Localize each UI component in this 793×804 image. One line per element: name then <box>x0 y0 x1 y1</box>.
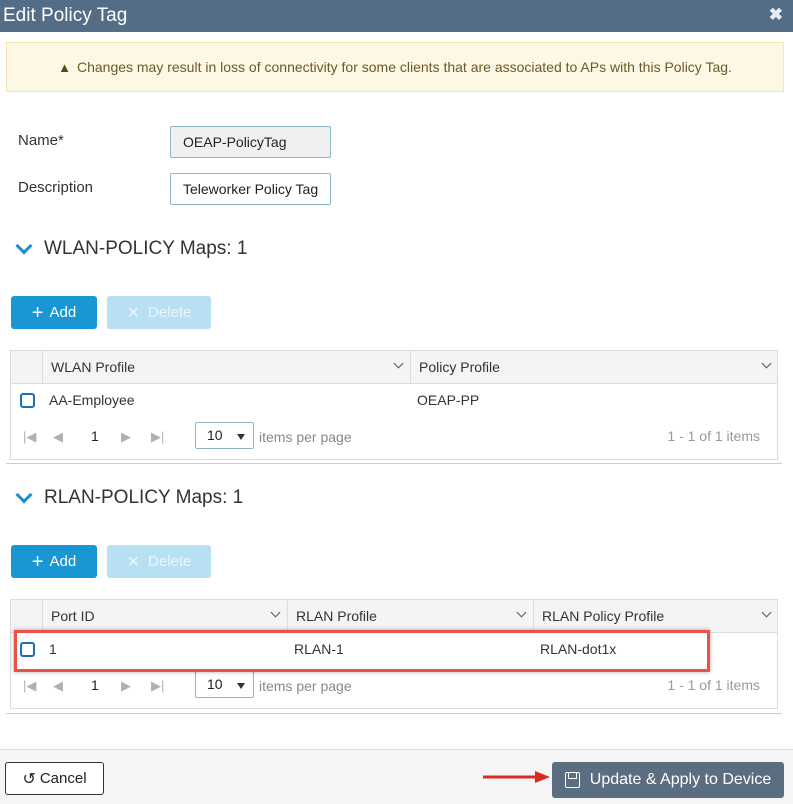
wlan-profile-cell: AA-Employee <box>49 392 135 408</box>
rlan-grid-header: Port ID RLAN Profile RLAN Policy Profile <box>11 600 777 633</box>
dialog-titlebar: Edit Policy Tag ✖ <box>0 0 793 32</box>
rlan-policy-profile-cell: RLAN-dot1x <box>540 641 617 657</box>
items-count: 1 - 1 of 1 items <box>667 677 760 693</box>
caret-down-icon <box>237 434 245 440</box>
table-row[interactable]: AA-Employee OEAP-PP <box>11 384 777 417</box>
wlan-grid-header: WLAN Profile Policy Profile <box>11 351 777 384</box>
chevron-down-icon[interactable] <box>516 607 527 618</box>
page-number: 1 <box>91 677 99 693</box>
items-per-page-label: items per page <box>259 678 352 694</box>
items-count: 1 - 1 of 1 items <box>667 428 760 444</box>
rlan-add-label: Add <box>49 553 77 570</box>
wlan-grid: WLAN Profile Policy Profile AA-Employee … <box>10 350 778 460</box>
last-page-icon[interactable]: ▶| <box>151 678 164 694</box>
dialog-footer: ↺ Cancel Update & Apply to Device <box>0 749 793 804</box>
first-page-icon[interactable]: |◀ <box>23 429 36 445</box>
close-icon[interactable]: ✖ <box>769 5 783 25</box>
description-field[interactable] <box>170 173 331 205</box>
cancel-label: Cancel <box>39 770 87 787</box>
arrow-annotation-icon <box>483 771 550 783</box>
last-page-icon[interactable]: ▶| <box>151 429 164 445</box>
name-label: Name* <box>18 132 64 149</box>
rlan-pager: |◀ ◀ 1 ▶ ▶| 10 items per page 1 - 1 of 1… <box>11 666 777 708</box>
page-number: 1 <box>91 428 99 444</box>
delete-x-icon: ✕ <box>126 304 141 322</box>
wlan-delete-button[interactable]: ✕ Delete <box>107 296 211 329</box>
page-size-select[interactable]: 10 <box>195 422 254 449</box>
delete-x-icon: ✕ <box>126 553 141 571</box>
wlan-pager: |◀ ◀ 1 ▶ ▶| 10 items per page 1 - 1 of 1… <box>11 417 777 459</box>
wlan-add-button[interactable]: + Add <box>11 296 97 329</box>
dialog-title: Edit Policy Tag <box>3 5 128 26</box>
chevron-down-icon[interactable] <box>761 358 772 369</box>
items-per-page-label: items per page <box>259 429 352 445</box>
rlan-grid: Port ID RLAN Profile RLAN Policy Profile… <box>10 599 778 709</box>
column-header-wlan-profile[interactable]: WLAN Profile <box>42 351 410 383</box>
next-page-icon[interactable]: ▶ <box>121 429 131 445</box>
rlan-profile-cell: RLAN-1 <box>294 641 344 657</box>
apply-label: Update & Apply to Device <box>589 771 772 788</box>
save-icon <box>564 772 580 788</box>
plus-icon: + <box>31 301 44 324</box>
chevron-down-icon[interactable] <box>15 237 33 255</box>
rlan-section-title: RLAN-POLICY Maps: 1 <box>44 487 244 508</box>
column-header-rlan-profile[interactable]: RLAN Profile <box>287 600 533 632</box>
warning-text: Changes may result in loss of connectivi… <box>76 59 732 75</box>
chevron-down-icon[interactable] <box>393 358 404 369</box>
update-apply-button[interactable]: Update & Apply to Device <box>552 762 784 798</box>
prev-page-icon[interactable]: ◀ <box>53 678 63 694</box>
rlan-section-header: RLAN-POLICY Maps: 1 <box>14 486 244 509</box>
chevron-down-icon[interactable] <box>15 486 33 504</box>
caret-down-icon <box>237 683 245 689</box>
policy-profile-cell: OEAP-PP <box>417 392 480 408</box>
description-label: Description <box>18 179 94 196</box>
wlan-add-label: Add <box>49 304 77 321</box>
column-header-policy-profile[interactable]: Policy Profile <box>410 351 778 383</box>
port-id-cell: 1 <box>49 641 57 657</box>
chevron-down-icon[interactable] <box>270 607 281 618</box>
rlan-add-button[interactable]: + Add <box>11 545 97 578</box>
cancel-button[interactable]: ↺ Cancel <box>5 762 104 795</box>
undo-icon: ↺ <box>22 770 36 788</box>
column-header-rlan-policy-profile[interactable]: RLAN Policy Profile <box>533 600 778 632</box>
warning-banner: ▲ Changes may result in loss of connecti… <box>6 42 784 92</box>
table-row[interactable]: 1 RLAN-1 RLAN-dot1x <box>11 633 777 666</box>
chevron-down-icon[interactable] <box>761 607 772 618</box>
page-size-select[interactable]: 10 <box>195 671 254 698</box>
warning-icon: ▲ <box>58 59 71 75</box>
row-checkbox[interactable] <box>20 642 35 657</box>
plus-icon: + <box>31 550 44 573</box>
first-page-icon[interactable]: |◀ <box>23 678 36 694</box>
section-divider <box>6 713 782 714</box>
wlan-section-title: WLAN-POLICY Maps: 1 <box>44 238 248 259</box>
next-page-icon[interactable]: ▶ <box>121 678 131 694</box>
wlan-section-header: WLAN-POLICY Maps: 1 <box>14 237 248 260</box>
rlan-delete-button[interactable]: ✕ Delete <box>107 545 211 578</box>
rlan-delete-label: Delete <box>148 553 192 570</box>
section-divider <box>6 463 782 464</box>
row-checkbox[interactable] <box>20 393 35 408</box>
wlan-delete-label: Delete <box>148 304 192 321</box>
column-header-port-id[interactable]: Port ID <box>42 600 287 632</box>
prev-page-icon[interactable]: ◀ <box>53 429 63 445</box>
name-field[interactable] <box>170 126 331 158</box>
